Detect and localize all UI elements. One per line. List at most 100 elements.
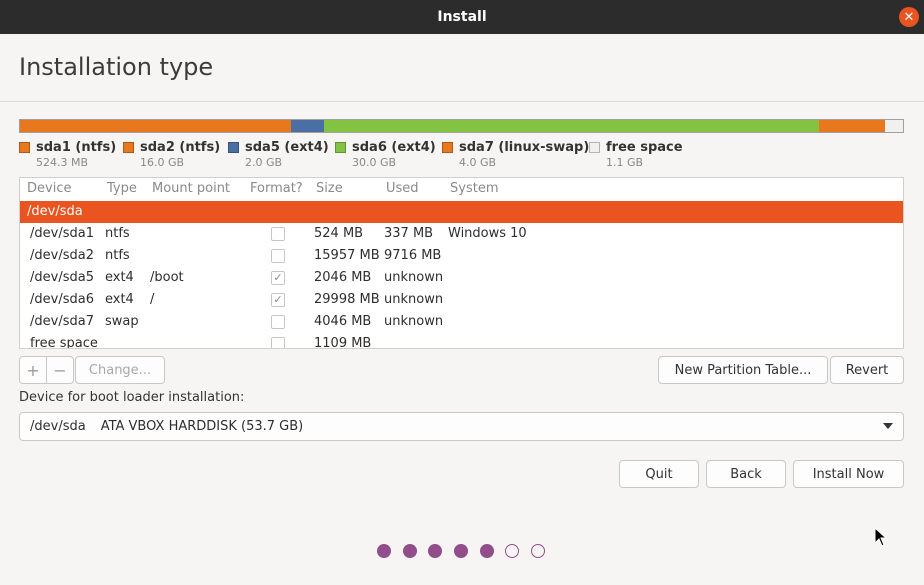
quit-button[interactable]: Quit xyxy=(619,460,699,488)
page-title: Installation type xyxy=(19,53,214,81)
table-row[interactable]: /dev/sda6 ext4 / ✓ 29998 MB unknown xyxy=(20,289,903,311)
table-row[interactable]: free space 1109 MB xyxy=(20,333,903,349)
legend-swatch xyxy=(335,142,346,153)
add-partition-button[interactable]: + xyxy=(19,356,47,384)
format-checkbox[interactable] xyxy=(271,315,285,329)
window-title: Install xyxy=(437,9,487,25)
close-icon[interactable]: ✕ xyxy=(899,7,919,27)
legend-swatch xyxy=(228,142,239,153)
cell-type: ext4 xyxy=(105,270,134,285)
legend-item: sda1 (ntfs) 524.3 MB xyxy=(19,140,116,169)
cell-device: /dev/sda6 xyxy=(30,292,94,307)
legend-item: sda2 (ntfs) 16.0 GB xyxy=(123,140,220,169)
column-header-mount-point[interactable]: Mount point xyxy=(152,181,230,196)
partition-bar-segment-sda2 xyxy=(29,120,291,132)
remove-partition-button[interactable]: − xyxy=(46,356,74,384)
boot-device: /dev/sda xyxy=(30,419,86,434)
legend-size: 2.0 GB xyxy=(245,156,283,169)
partition-bar-segment-sda7 xyxy=(819,120,885,132)
column-header-format[interactable]: Format? xyxy=(250,181,303,196)
legend-name: free space xyxy=(606,140,683,155)
table-row[interactable]: /dev/sda7 swap 4046 MB unknown xyxy=(20,311,903,333)
cell-device: /dev/sda5 xyxy=(30,270,94,285)
legend-size: 524.3 MB xyxy=(36,156,89,169)
cell-size: 1109 MB xyxy=(314,336,372,349)
table-row-disk[interactable]: /dev/sda xyxy=(20,201,903,223)
column-header-device[interactable]: Device xyxy=(27,181,71,196)
legend-swatch xyxy=(442,142,453,153)
cell-type: ext4 xyxy=(105,292,134,307)
mouse-cursor-icon xyxy=(874,527,888,547)
table-row[interactable]: /dev/sda1 ntfs 524 MB 337 MB Windows 10 xyxy=(20,223,903,245)
boot-loader-label: Device for boot loader installation: xyxy=(19,390,245,405)
cell-used: unknown xyxy=(384,314,444,329)
cell-size: 524 MB xyxy=(314,226,364,241)
legend-size: 30.0 GB xyxy=(352,156,397,169)
legend-swatch xyxy=(19,142,30,153)
cell-type: ntfs xyxy=(105,248,130,263)
cell-size: 29998 MB xyxy=(314,292,380,307)
legend-name: sda7 (linux-swap) xyxy=(459,140,590,155)
partition-bar-segment-free xyxy=(885,120,903,132)
table-row[interactable]: /dev/sda5 ext4 /boot ✓ 2046 MB unknown xyxy=(20,267,903,289)
legend-item: free space 1.1 GB xyxy=(589,140,683,169)
dropdown-arrow-icon xyxy=(883,423,893,429)
cell-type: swap xyxy=(105,314,139,329)
legend-name: sda5 (ext4) xyxy=(245,140,329,155)
legend-item: sda6 (ext4) 30.0 GB xyxy=(335,140,436,169)
progress-dot-pending xyxy=(531,544,546,558)
legend-size: 4.0 GB xyxy=(459,156,497,169)
change-partition-button[interactable]: Change... xyxy=(75,356,165,384)
format-checkbox-checked[interactable]: ✓ xyxy=(271,293,285,307)
legend-item: sda5 (ext4) 2.0 GB xyxy=(228,140,329,169)
progress-dot-pending xyxy=(505,544,520,558)
cell-used: 9716 MB xyxy=(384,248,442,263)
revert-button[interactable]: Revert xyxy=(830,356,904,384)
column-header-used[interactable]: Used xyxy=(386,181,419,196)
legend-name: sda2 (ntfs) xyxy=(140,140,221,155)
partition-bar-segment-sda6 xyxy=(324,120,819,132)
table-row[interactable]: /dev/sda2 ntfs 15957 MB 9716 MB xyxy=(20,245,903,267)
legend-item: sda7 (linux-swap) 4.0 GB xyxy=(442,140,589,169)
cell-device: /dev/sda1 xyxy=(30,226,94,241)
cell-system: Windows 10 xyxy=(448,226,527,241)
format-checkbox[interactable] xyxy=(271,337,285,348)
partition-table: Device Type Mount point Format? Size Use… xyxy=(19,177,904,349)
legend-name: sda6 (ext4) xyxy=(352,140,436,155)
format-checkbox-checked[interactable]: ✓ xyxy=(271,271,285,285)
legend-swatch xyxy=(123,142,134,153)
new-partition-table-button[interactable]: New Partition Table... xyxy=(658,356,828,384)
table-header: Device Type Mount point Format? Size Use… xyxy=(20,178,903,201)
cell-device: free space xyxy=(30,336,98,349)
progress-dots xyxy=(377,544,557,558)
cell-size: 15957 MB xyxy=(314,248,380,263)
window-titlebar: Install ✕ xyxy=(0,0,924,34)
cell-device: /dev/sda7 xyxy=(30,314,94,329)
column-header-type[interactable]: Type xyxy=(107,181,137,196)
cell-used: unknown xyxy=(384,292,444,307)
legend-size: 1.1 GB xyxy=(606,156,644,169)
progress-dot-complete xyxy=(402,544,417,558)
progress-dot-complete xyxy=(479,544,494,558)
cell-used: 337 MB xyxy=(384,226,434,241)
progress-dot-complete xyxy=(454,544,469,558)
partition-bar xyxy=(19,119,904,133)
boot-device-description: ATA VBOX HARDDISK (53.7 GB) xyxy=(100,419,304,434)
progress-dot-complete xyxy=(428,544,443,558)
cell-used: unknown xyxy=(384,270,444,285)
disk-name: /dev/sda xyxy=(27,204,83,219)
cell-size: 2046 MB xyxy=(314,270,372,285)
column-header-system[interactable]: System xyxy=(450,181,498,196)
legend-swatch xyxy=(589,142,600,153)
format-checkbox[interactable] xyxy=(271,227,285,241)
boot-loader-select[interactable]: /dev/sda ATA VBOX HARDDISK (53.7 GB) xyxy=(19,412,904,441)
cell-size: 4046 MB xyxy=(314,314,372,329)
back-button[interactable]: Back xyxy=(706,460,786,488)
cell-type: ntfs xyxy=(105,226,130,241)
cell-mount: /boot xyxy=(150,270,184,285)
format-checkbox[interactable] xyxy=(271,249,285,263)
column-header-size[interactable]: Size xyxy=(316,181,343,196)
legend-name: sda1 (ntfs) xyxy=(36,140,117,155)
legend-size: 16.0 GB xyxy=(140,156,185,169)
install-now-button[interactable]: Install Now xyxy=(793,460,904,488)
